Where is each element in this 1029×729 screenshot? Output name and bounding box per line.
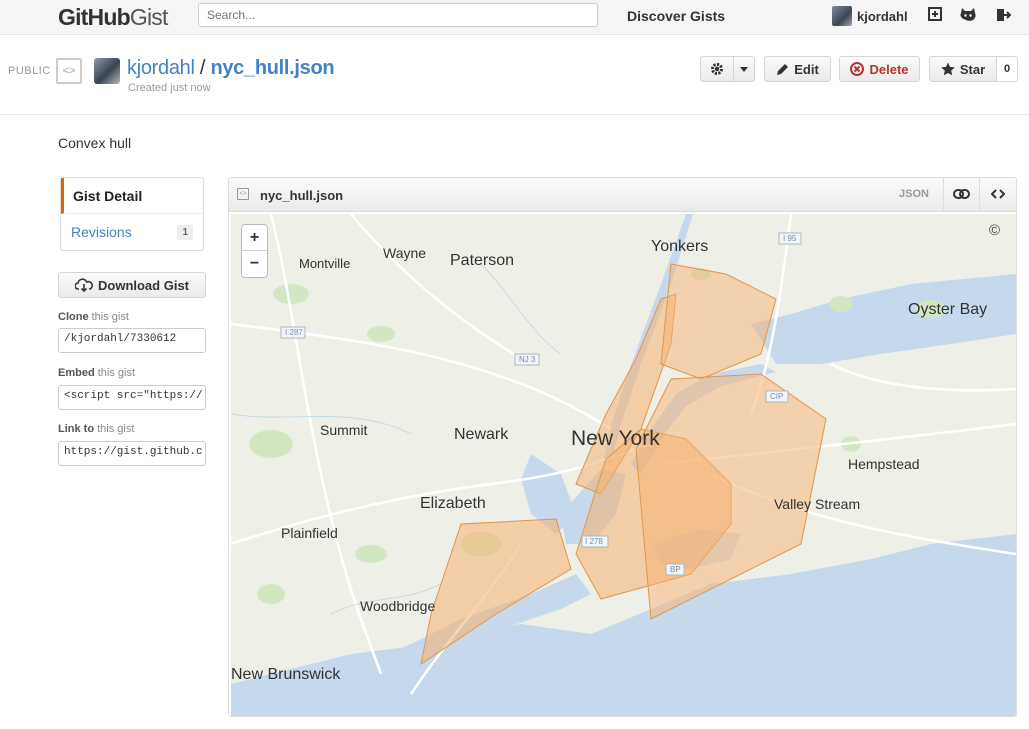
shield-i278-label: I 278 bbox=[585, 537, 603, 546]
sidebar-item-label: Revisions bbox=[71, 224, 132, 240]
map-label-wayne: Wayne bbox=[383, 245, 427, 261]
star-count[interactable]: 0 bbox=[997, 56, 1018, 82]
embed-label: Embed this gist bbox=[58, 367, 136, 379]
zoom-out-button[interactable]: − bbox=[242, 251, 267, 277]
map-label-yonkers: Yonkers bbox=[651, 238, 709, 255]
clone-url-field[interactable]: /kjordahl/7330612 bbox=[58, 328, 206, 353]
map-label-summit: Summit bbox=[320, 422, 368, 438]
github-gist-logo[interactable]: GitHubGist bbox=[58, 4, 168, 31]
owner-link[interactable]: kjordahl bbox=[127, 57, 195, 79]
download-gist-button[interactable]: Download Gist bbox=[58, 272, 206, 298]
delete-button[interactable]: Delete bbox=[839, 56, 920, 82]
long-island-sound bbox=[751, 274, 1016, 364]
map-attribution-icon[interactable]: © bbox=[989, 222, 1000, 239]
view-raw-button[interactable] bbox=[979, 178, 1015, 212]
file-name[interactable]: nyc_hull.json bbox=[260, 188, 343, 203]
map-label-hempstead: Hempstead bbox=[848, 456, 920, 472]
map-label-new-york: New York bbox=[571, 427, 660, 450]
gist-name-link[interactable]: nyc_hull.json bbox=[210, 57, 334, 79]
hull-bronx bbox=[660, 263, 777, 380]
username: kjordahl bbox=[857, 8, 908, 24]
top-navigation-bar: GitHubGist Discover Gists kjordahl bbox=[0, 0, 1029, 35]
visibility-label: PUBLIC bbox=[8, 65, 51, 77]
sign-out-icon[interactable] bbox=[994, 7, 1012, 25]
gist-sidebar-nav: Gist Detail Revisions 1 bbox=[60, 177, 204, 251]
map-label-new-brunswick: New Brunswick bbox=[231, 666, 341, 683]
gist-description: Convex hull bbox=[58, 135, 132, 151]
permalink-button[interactable] bbox=[943, 178, 979, 212]
link-icon bbox=[953, 189, 970, 199]
title-separator: / bbox=[199, 57, 206, 79]
revisions-count-badge: 1 bbox=[177, 224, 193, 240]
settings-button[interactable] bbox=[700, 56, 734, 82]
map-label-oyster-bay: Oyster Bay bbox=[908, 301, 988, 318]
shield-i95-label: I 95 bbox=[783, 234, 797, 243]
search-input[interactable] bbox=[198, 3, 598, 27]
shield-cip-label: CIP bbox=[770, 392, 783, 401]
file-box: <> nyc_hull.json JSON I 287 NJ 3 I 95 CI… bbox=[228, 177, 1017, 717]
download-label: Download Gist bbox=[98, 277, 189, 293]
link-url-field[interactable]: https://gist.github.c bbox=[58, 441, 206, 466]
map-view[interactable]: I 287 NJ 3 I 95 CIP I 278 BP Yonkers Way… bbox=[231, 214, 1016, 716]
sidebar-item-label: Gist Detail bbox=[73, 187, 143, 204]
star-button[interactable]: Star bbox=[929, 56, 997, 82]
pencil-icon bbox=[777, 63, 789, 75]
cloud-download-icon bbox=[75, 278, 93, 292]
sidebar-item-revisions[interactable]: Revisions 1 bbox=[61, 214, 203, 250]
zoom-in-button[interactable]: + bbox=[242, 225, 267, 251]
zoom-control: + − bbox=[241, 224, 268, 278]
map-label-montville: Montville bbox=[299, 256, 351, 271]
created-timestamp: Created just now bbox=[128, 82, 211, 94]
code-icon bbox=[990, 189, 1005, 199]
gist-header: PUBLIC <> kjordahl / nyc_hull.json Creat… bbox=[0, 36, 1029, 115]
map-label-newark: Newark bbox=[454, 426, 509, 443]
map-label-woodbridge: Woodbridge bbox=[360, 598, 436, 614]
avatar bbox=[832, 6, 852, 26]
gist-code-icon: <> bbox=[56, 58, 82, 84]
shield-nj3-label: NJ 3 bbox=[519, 355, 536, 364]
star-icon bbox=[941, 62, 955, 76]
gist-title: kjordahl / nyc_hull.json bbox=[127, 57, 335, 80]
file-code-icon: <> bbox=[237, 188, 249, 200]
embed-code-field[interactable]: <script src="https:// bbox=[58, 385, 206, 410]
gear-icon bbox=[711, 63, 723, 75]
clone-label: Clone this gist bbox=[58, 311, 129, 323]
discover-gists-link[interactable]: Discover Gists bbox=[627, 8, 725, 24]
shield-i287-label: I 287 bbox=[285, 328, 303, 337]
owner-avatar[interactable] bbox=[94, 58, 120, 84]
link-label: Link to this gist bbox=[58, 423, 135, 435]
star-label: Star bbox=[959, 61, 986, 77]
edit-label: Edit bbox=[794, 61, 819, 77]
delete-icon bbox=[850, 62, 865, 76]
map-label-paterson: Paterson bbox=[450, 252, 515, 269]
file-header: <> nyc_hull.json JSON bbox=[229, 178, 1016, 212]
octocat-icon[interactable] bbox=[959, 7, 977, 25]
map-label-elizabeth: Elizabeth bbox=[420, 495, 486, 512]
shield-bp-label: BP bbox=[670, 565, 681, 574]
map-label-valley-stream: Valley Stream bbox=[774, 496, 861, 512]
delete-label: Delete bbox=[869, 61, 909, 77]
settings-dropdown-button[interactable] bbox=[733, 56, 755, 82]
caret-down-icon bbox=[740, 66, 748, 72]
edit-button[interactable]: Edit bbox=[764, 56, 831, 82]
map-label-plainfield: Plainfield bbox=[281, 525, 338, 541]
new-gist-icon[interactable] bbox=[926, 7, 944, 25]
user-menu[interactable]: kjordahl bbox=[832, 6, 908, 26]
sidebar-item-gist-detail[interactable]: Gist Detail bbox=[61, 178, 203, 214]
file-type-label: JSON bbox=[899, 188, 929, 200]
